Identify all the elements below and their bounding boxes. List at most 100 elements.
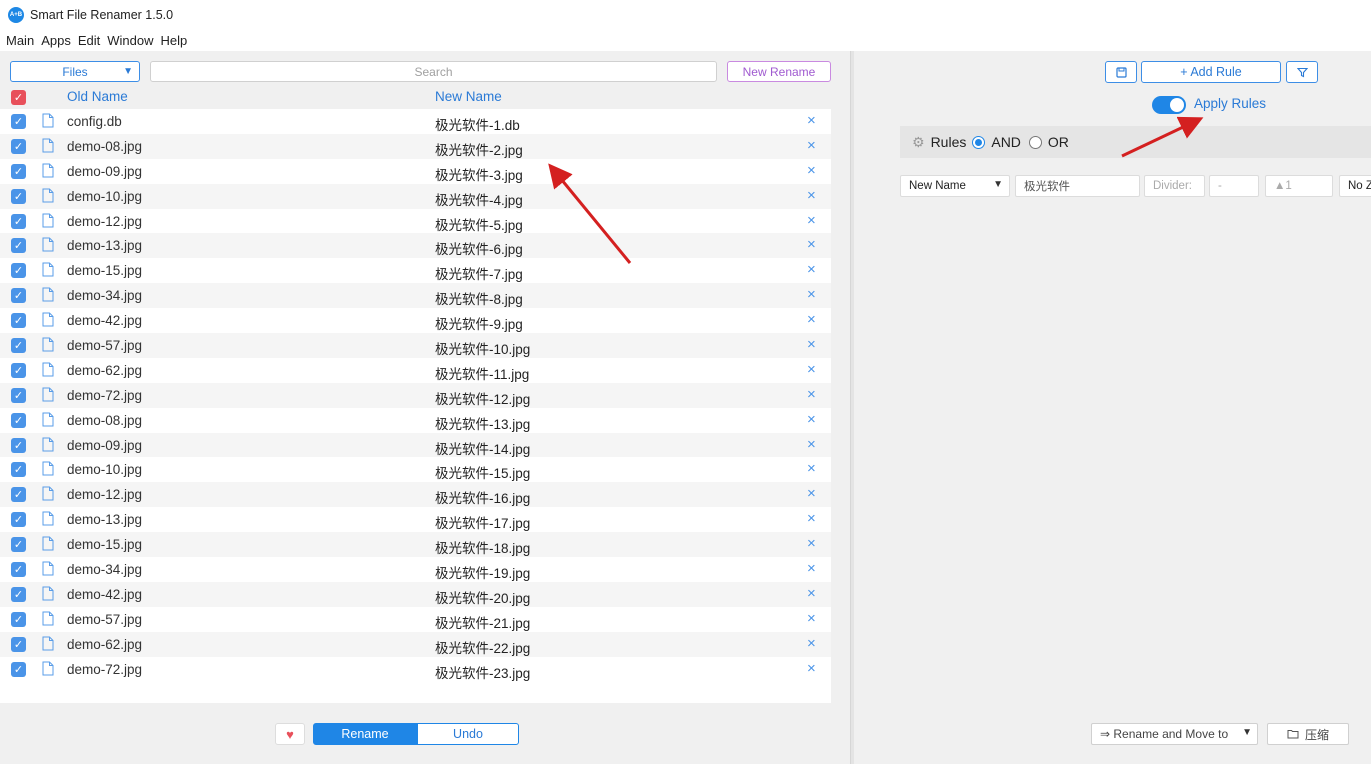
table-row[interactable]: ✓ demo-15.jpg 极光软件-7.jpg ×: [0, 258, 831, 284]
remove-row-icon[interactable]: ×: [807, 286, 816, 303]
old-name-header[interactable]: Old Name: [67, 89, 128, 104]
remove-row-icon[interactable]: ×: [807, 137, 816, 154]
row-checkbox[interactable]: ✓: [11, 412, 26, 428]
row-checkbox[interactable]: ✓: [11, 387, 26, 403]
row-checkbox[interactable]: ✓: [11, 338, 26, 354]
table-row[interactable]: ✓ demo-72.jpg 极光软件-23.jpg ×: [0, 656, 831, 682]
toggle-knob: [1170, 98, 1184, 112]
remove-row-icon[interactable]: ×: [807, 436, 816, 453]
divider-input[interactable]: -: [1209, 175, 1259, 197]
remove-row-icon[interactable]: ×: [807, 585, 816, 602]
gear-icon[interactable]: ⚙: [912, 134, 925, 151]
row-checkbox[interactable]: ✓: [11, 487, 26, 503]
table-row[interactable]: ✓ demo-62.jpg 极光软件-11.jpg ×: [0, 357, 831, 383]
menu-main[interactable]: Main: [6, 33, 34, 48]
row-checkbox[interactable]: ✓: [11, 114, 26, 129]
remove-row-icon[interactable]: ×: [807, 361, 816, 378]
new-rename-button[interactable]: New Rename: [727, 61, 831, 82]
select-all-checkbox[interactable]: ✓: [11, 90, 26, 105]
menu-help[interactable]: Help: [160, 33, 187, 48]
menu-apps[interactable]: Apps: [41, 33, 71, 48]
row-checkbox[interactable]: ✓: [11, 586, 26, 602]
start-number-input[interactable]: ▲1: [1265, 175, 1333, 197]
table-row[interactable]: ✓ config.db 极光软件-1.db ×: [0, 109, 831, 134]
remove-row-icon[interactable]: ×: [807, 187, 816, 204]
heart-button[interactable]: ♥: [275, 723, 305, 745]
remove-row-icon[interactable]: ×: [807, 261, 816, 278]
row-checkbox[interactable]: ✓: [11, 462, 26, 478]
row-checkbox[interactable]: ✓: [11, 362, 26, 378]
table-row[interactable]: ✓ demo-42.jpg 极光软件-9.jpg ×: [0, 308, 831, 334]
remove-row-icon[interactable]: ×: [807, 660, 816, 677]
row-checkbox[interactable]: ✓: [11, 213, 26, 229]
rename-button[interactable]: Rename: [313, 723, 417, 745]
remove-row-icon[interactable]: ×: [807, 460, 816, 477]
remove-row-icon[interactable]: ×: [807, 485, 816, 502]
row-checkbox[interactable]: ✓: [11, 288, 26, 304]
and-radio[interactable]: [972, 135, 986, 149]
row-checkbox[interactable]: ✓: [11, 437, 26, 453]
row-checkbox[interactable]: ✓: [11, 636, 26, 652]
table-row[interactable]: ✓ demo-15.jpg 极光软件-18.jpg ×: [0, 532, 831, 558]
table-row[interactable]: ✓ demo-57.jpg 极光软件-21.jpg ×: [0, 606, 831, 632]
table-row[interactable]: ✓ demo-13.jpg 极光软件-6.jpg ×: [0, 233, 831, 259]
remove-row-icon[interactable]: ×: [807, 311, 816, 328]
row-checkbox[interactable]: ✓: [11, 188, 26, 204]
menu-window[interactable]: Window: [107, 33, 153, 48]
table-row[interactable]: ✓ demo-08.jpg 极光软件-13.jpg ×: [0, 407, 831, 433]
remove-row-icon[interactable]: ×: [807, 560, 816, 577]
new-name-header[interactable]: New Name: [435, 89, 502, 104]
table-row[interactable]: ✓ demo-34.jpg 极光软件-8.jpg ×: [0, 283, 831, 309]
apply-rules-toggle[interactable]: [1152, 96, 1186, 114]
rename-move-select[interactable]: ⇒ Rename and Move to ▼: [1091, 723, 1258, 745]
row-checkbox[interactable]: ✓: [11, 313, 26, 329]
table-row[interactable]: ✓ demo-10.jpg 极光软件-15.jpg ×: [0, 457, 831, 483]
row-checkbox[interactable]: ✓: [11, 611, 26, 627]
remove-row-icon[interactable]: ×: [807, 411, 816, 428]
remove-row-icon[interactable]: ×: [807, 162, 816, 179]
remove-row-icon[interactable]: ×: [807, 336, 816, 353]
files-select[interactable]: Files ▼: [10, 61, 140, 82]
rule-text-input[interactable]: 极光软件: [1015, 175, 1140, 197]
remove-row-icon[interactable]: ×: [807, 610, 816, 627]
add-rule-button[interactable]: + Add Rule: [1141, 61, 1281, 83]
remove-row-icon[interactable]: ×: [807, 112, 816, 129]
compress-button[interactable]: 压缩: [1267, 723, 1349, 745]
table-row[interactable]: ✓ demo-34.jpg 极光软件-19.jpg ×: [0, 557, 831, 582]
remove-row-icon[interactable]: ×: [807, 212, 816, 229]
remove-row-icon[interactable]: ×: [807, 236, 816, 253]
menu-edit[interactable]: Edit: [78, 33, 100, 48]
table-row[interactable]: ✓ demo-09.jpg 极光软件-3.jpg ×: [0, 158, 831, 184]
row-checkbox[interactable]: ✓: [11, 512, 26, 528]
table-row[interactable]: ✓ demo-12.jpg 极光软件-16.jpg ×: [0, 482, 831, 508]
save-rules-button[interactable]: [1105, 61, 1137, 83]
row-checkbox[interactable]: ✓: [11, 537, 26, 553]
table-row[interactable]: ✓ demo-57.jpg 极光软件-10.jpg ×: [0, 333, 831, 358]
row-checkbox[interactable]: ✓: [11, 562, 26, 578]
row-checkbox[interactable]: ✓: [11, 661, 26, 677]
row-checkbox[interactable]: ✓: [11, 138, 26, 154]
row-checkbox[interactable]: ✓: [11, 163, 26, 179]
zero-padding-select[interactable]: No Z: [1339, 175, 1371, 197]
remove-row-icon[interactable]: ×: [807, 386, 816, 403]
table-row[interactable]: ✓ demo-62.jpg 极光软件-22.jpg ×: [0, 631, 831, 657]
filter-button[interactable]: [1286, 61, 1318, 83]
table-row[interactable]: ✓ demo-08.jpg 极光软件-2.jpg ×: [0, 133, 831, 159]
rule-field-select[interactable]: New Name ▼: [900, 175, 1010, 197]
or-radio[interactable]: [1028, 135, 1042, 149]
table-row[interactable]: ✓ demo-10.jpg 极光软件-4.jpg ×: [0, 183, 831, 209]
table-row[interactable]: ✓ demo-42.jpg 极光软件-20.jpg ×: [0, 581, 831, 607]
remove-row-icon[interactable]: ×: [807, 535, 816, 552]
table-row[interactable]: ✓ demo-72.jpg 极光软件-12.jpg ×: [0, 382, 831, 408]
search-input[interactable]: [150, 61, 717, 82]
row-checkbox[interactable]: ✓: [11, 238, 26, 254]
new-name-cell: 极光软件-18.jpg: [435, 541, 531, 557]
filter-icon: [1296, 67, 1308, 77]
remove-row-icon[interactable]: ×: [807, 510, 816, 527]
table-row[interactable]: ✓ demo-13.jpg 极光软件-17.jpg ×: [0, 507, 831, 533]
remove-row-icon[interactable]: ×: [807, 635, 816, 652]
undo-button[interactable]: Undo: [417, 723, 519, 745]
row-checkbox[interactable]: ✓: [11, 263, 26, 279]
table-row[interactable]: ✓ demo-09.jpg 极光软件-14.jpg ×: [0, 432, 831, 458]
table-row[interactable]: ✓ demo-12.jpg 极光软件-5.jpg ×: [0, 208, 831, 234]
